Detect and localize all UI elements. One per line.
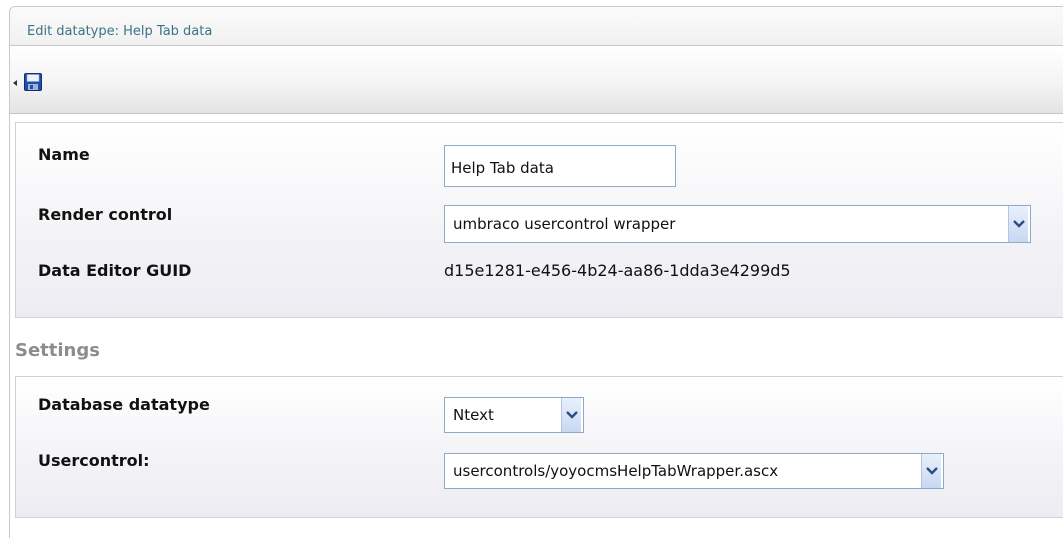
render-control-label: Render control (38, 205, 173, 224)
settings-panel: Database datatype Ntext Usercontrol: use… (15, 376, 1063, 518)
name-label: Name (38, 145, 90, 164)
window-titlebar: Edit datatype: Help Tab data (10, 7, 1063, 46)
database-datatype-label: Database datatype (38, 395, 210, 414)
usercontrol-select[interactable]: usercontrols/yoyocmsHelpTabWrapper.ascx (444, 453, 944, 489)
general-properties-panel: Name Help Tab data Render control umbrac… (15, 122, 1063, 318)
guid-value: d15e1281-e456-4b24-aa86-1dda3e4299d5 (444, 261, 791, 280)
database-datatype-value: Ntext (453, 406, 494, 424)
render-control-select[interactable]: umbraco usercontrol wrapper (444, 205, 1031, 243)
name-input[interactable]: Help Tab data (444, 145, 676, 187)
chevron-down-icon[interactable] (561, 398, 581, 432)
render-control-value: umbraco usercontrol wrapper (453, 215, 676, 233)
guid-label: Data Editor GUID (38, 261, 192, 280)
floppy-disk-icon[interactable] (24, 73, 42, 91)
chevron-down-icon[interactable] (1008, 206, 1028, 242)
window-title: Edit datatype: Help Tab data (27, 24, 213, 39)
back-arrow-icon[interactable] (13, 80, 17, 86)
name-input-value: Help Tab data (451, 159, 554, 177)
database-datatype-select[interactable]: Ntext (444, 397, 584, 433)
usercontrol-label: Usercontrol: (38, 451, 150, 470)
usercontrol-value: usercontrols/yoyocmsHelpTabWrapper.ascx (453, 462, 779, 480)
chevron-down-icon[interactable] (921, 454, 941, 488)
toolbar (10, 46, 1063, 114)
settings-section-title: Settings (15, 340, 100, 361)
